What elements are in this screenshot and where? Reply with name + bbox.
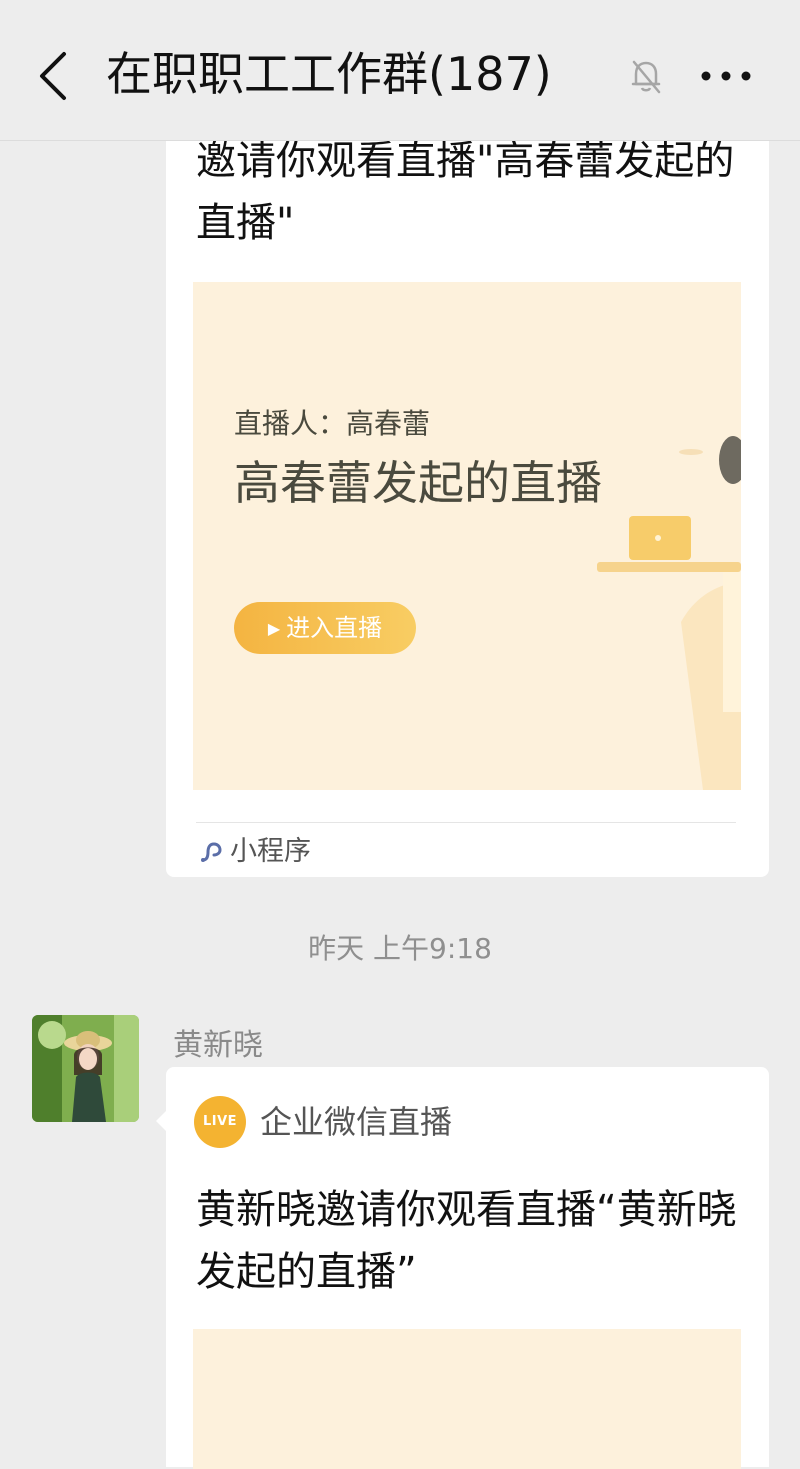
enter-live-button[interactable]: ▶ 进入直播 — [234, 602, 416, 654]
chat-title[interactable]: 在职职工工作群(187) — [106, 42, 552, 106]
enter-live-label: 进入直播 — [286, 614, 383, 642]
live-badge-icon: LIVE — [194, 1096, 246, 1148]
play-icon: ▶ — [267, 619, 281, 638]
avatar-image — [32, 1015, 139, 1122]
live-illustration — [597, 436, 741, 790]
message-timestamp: 昨天 上午9:18 — [308, 932, 492, 965]
source-name: 企业微信直播 — [260, 1103, 453, 1141]
chevron-left-icon[interactable] — [30, 48, 80, 104]
mini-program-text: 小程序 — [230, 836, 311, 867]
mini-program-icon — [201, 842, 222, 862]
bell-off-icon — [631, 60, 661, 94]
streamer-label: 直播人：高春蕾 — [234, 407, 431, 440]
more-dots-icon[interactable] — [698, 58, 754, 94]
sender-name[interactable]: 黄新晓 — [173, 1020, 263, 1064]
live-invite-card[interactable]: LIVE 企业微信直播 黄新晓邀请你观看直播“黄新晓发起的直播” — [156, 1067, 769, 1469]
mini-program-label: 小程序 — [198, 832, 311, 872]
invite-text: 黄新晓邀请你观看直播“黄新晓发起的直播” — [196, 1187, 737, 1295]
chat-header: 在职职工工作群(187) — [0, 0, 800, 141]
card-divider — [196, 822, 736, 823]
live-preview[interactable]: 直播人：高春蕾 高春蕾发起的直播 ▶ 进入直播 — [193, 282, 741, 790]
live-title: 高春蕾发起的直播 — [234, 456, 602, 510]
live-preview[interactable] — [193, 1329, 741, 1469]
invite-text: 邀请你观看直播"高春蕾发起的直播" — [196, 138, 735, 246]
avatar[interactable] — [32, 1015, 139, 1122]
